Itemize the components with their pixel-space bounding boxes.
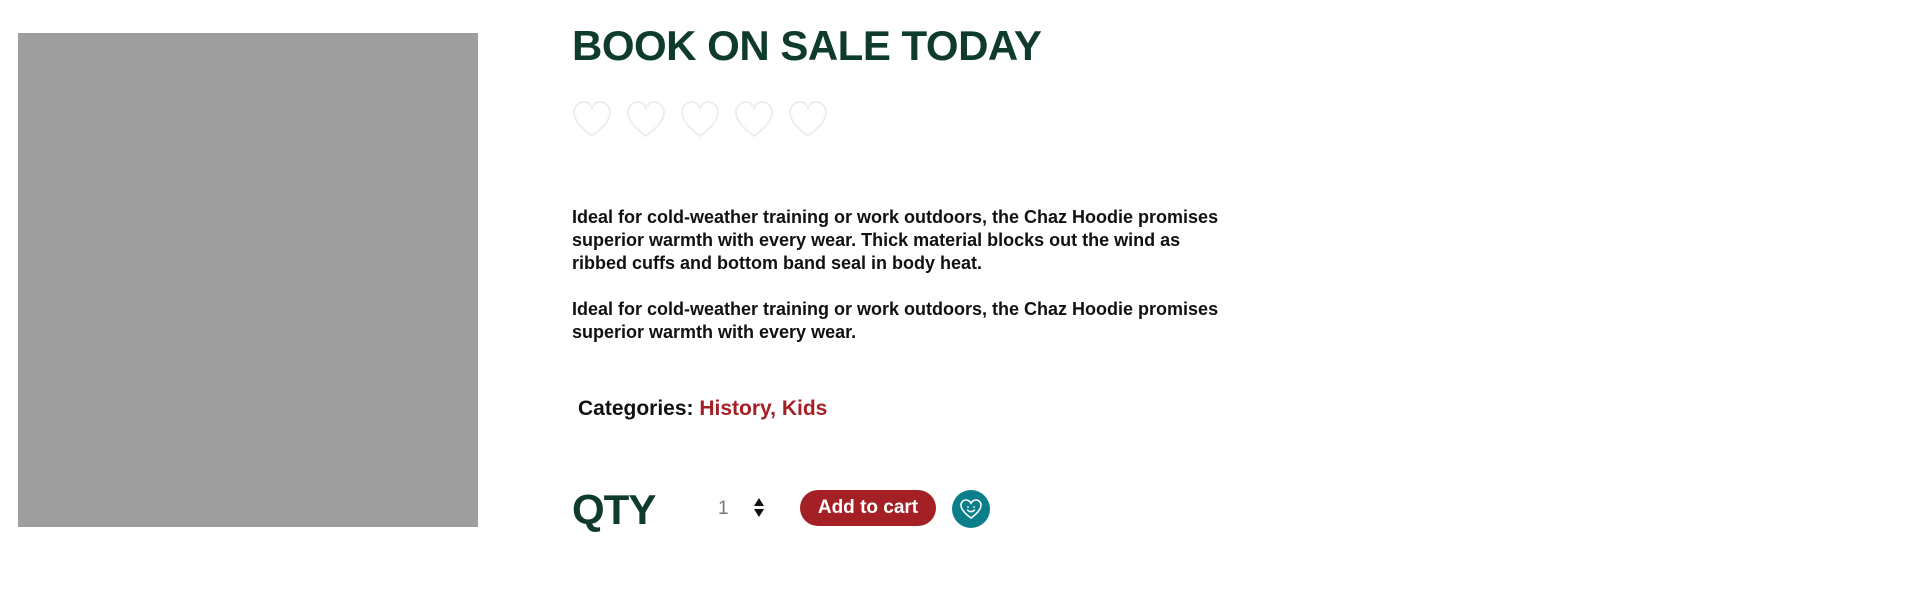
heart-outline-icon[interactable] xyxy=(734,100,774,140)
rating xyxy=(572,100,828,140)
add-to-cart-button[interactable]: Add to cart xyxy=(800,490,936,526)
purchase-row: QTY 1 Add to cart xyxy=(572,484,1272,534)
heart-outline-icon[interactable] xyxy=(788,100,828,140)
categories: Categories: History, Kids xyxy=(578,397,827,421)
qty-label: QTY xyxy=(572,486,656,533)
product-title: BOOK ON SALE TODAY xyxy=(572,22,1042,69)
stepper-down-icon[interactable] xyxy=(754,509,764,517)
categories-label: Categories: xyxy=(578,397,694,420)
quantity-stepper[interactable] xyxy=(752,496,766,520)
product-page: BOOK ON SALE TODAY Ideal for cold-weathe… xyxy=(0,0,1920,589)
quantity-input[interactable]: 1 xyxy=(718,498,729,520)
heart-outline-icon[interactable] xyxy=(572,100,612,140)
product-description: Ideal for cold-weather training or work … xyxy=(572,206,1232,367)
heart-outline-icon[interactable] xyxy=(626,100,666,140)
heart-smile-icon xyxy=(960,499,982,519)
description-paragraph: Ideal for cold-weather training or work … xyxy=(572,207,1219,273)
product-image xyxy=(18,33,478,527)
wishlist-button[interactable] xyxy=(952,490,990,528)
description-paragraph: Ideal for cold-weather training or work … xyxy=(572,299,1219,342)
heart-outline-icon[interactable] xyxy=(680,100,720,140)
stepper-up-icon[interactable] xyxy=(754,498,764,506)
category-links[interactable]: History, Kids xyxy=(699,397,827,420)
